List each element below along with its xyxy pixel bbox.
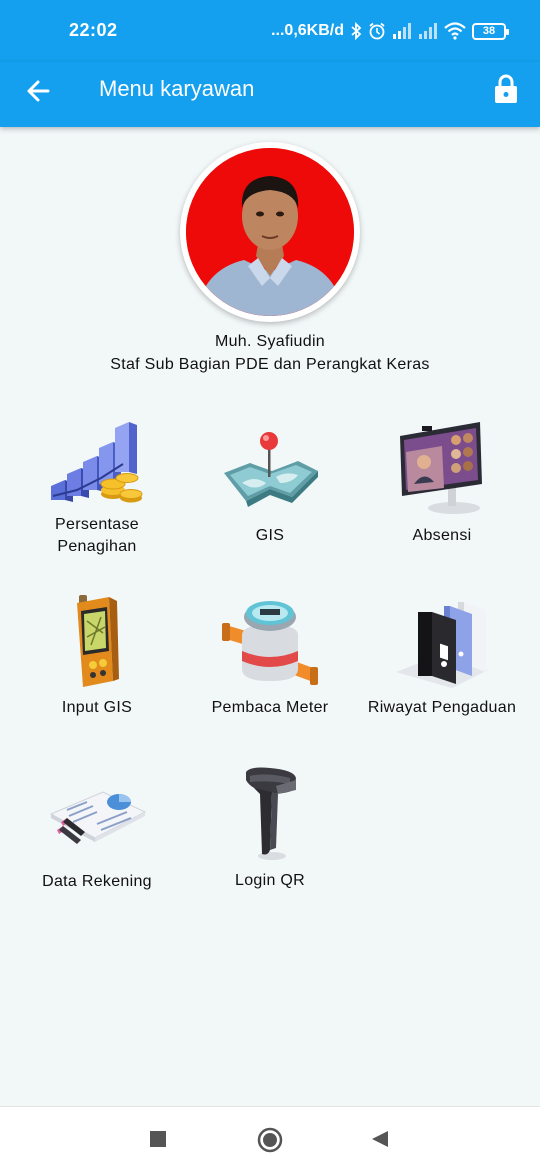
- avatar: [180, 142, 360, 322]
- gps-device-icon: [77, 595, 119, 687]
- menu-label: Absensi: [412, 527, 472, 544]
- lock-icon: [495, 74, 517, 103]
- binders-icon: [396, 602, 488, 688]
- status-icons: ...0,6KB/d 38: [271, 19, 509, 43]
- recent-apps-button[interactable]: [146, 1127, 170, 1151]
- menu-label: Input GIS: [61, 699, 133, 716]
- menu-label: Login QR: [235, 872, 305, 889]
- back-button[interactable]: [24, 76, 54, 106]
- video-monitor-icon: [400, 422, 482, 514]
- status-bar: 22:02 ...0,6KB/d 38: [0, 0, 540, 62]
- app-bar: Menu karyawan: [0, 62, 540, 127]
- wifi-icon: [444, 22, 466, 40]
- map-pin-icon: [224, 432, 318, 507]
- menu-item-absensi[interactable]: Absensi: [357, 418, 527, 548]
- lock-button[interactable]: [494, 73, 518, 105]
- menu-item-persentase-penagihan[interactable]: Persentase Penagihan: [12, 412, 182, 562]
- status-time: 22:02: [69, 20, 118, 40]
- network-speed: ...0,6KB/d: [271, 22, 344, 39]
- menu-item-login-qr[interactable]: Login QR: [185, 766, 355, 897]
- growth-chart-coins-icon: [51, 422, 143, 503]
- profile-name: Muh. Syafiudin: [214, 333, 326, 350]
- menu-label: Penagihan: [57, 538, 137, 555]
- triangle-back-icon: [372, 1131, 388, 1147]
- menu-item-pembaca-meter[interactable]: Pembaca Meter: [185, 595, 355, 723]
- document-chart-icon: [49, 791, 147, 844]
- square-icon: [150, 1131, 166, 1147]
- circle-home-icon: [257, 1127, 283, 1153]
- menu-label: Riwayat Pengaduan: [367, 699, 517, 716]
- system-nav-bar: [0, 1106, 540, 1170]
- bluetooth-icon: [351, 22, 362, 40]
- water-meter-icon: [222, 601, 318, 685]
- signal-icon-2: [419, 23, 437, 39]
- alarm-icon: [369, 22, 385, 40]
- page-title: Menu karyawan: [99, 76, 255, 101]
- battery-icon: 38: [472, 22, 509, 40]
- home-button[interactable]: [257, 1127, 283, 1153]
- menu-label: Pembaca Meter: [211, 699, 329, 716]
- nav-back-button[interactable]: [368, 1127, 392, 1151]
- menu-item-gis[interactable]: GIS: [185, 425, 355, 550]
- profile-role: Staf Sub Bagian PDE dan Perangkat Keras: [110, 356, 430, 373]
- menu-item-riwayat-pengaduan[interactable]: Riwayat Pengaduan: [357, 598, 527, 723]
- menu-label: Persentase: [55, 516, 139, 533]
- menu-item-data-rekening[interactable]: Data Rekening: [12, 772, 182, 897]
- menu-label: GIS: [255, 527, 285, 544]
- menu-label: Data Rekening: [42, 873, 152, 890]
- arrow-left-icon: [27, 80, 50, 102]
- signal-icon: [393, 23, 411, 39]
- barcode-scanner-icon: [246, 767, 296, 860]
- menu-item-input-gis[interactable]: Input GIS: [12, 593, 182, 723]
- profile-photo: [186, 148, 354, 316]
